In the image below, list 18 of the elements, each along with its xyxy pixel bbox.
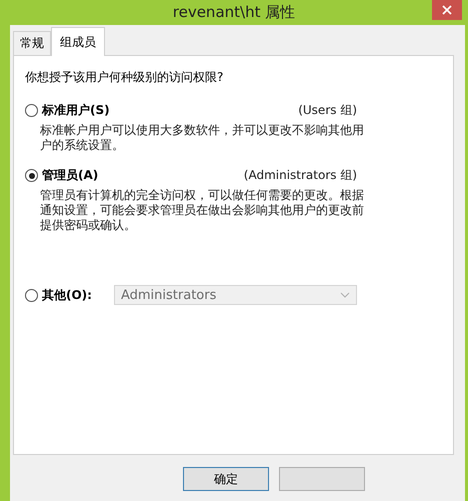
radio-button[interactable] [25,288,38,302]
option-description: 标准帐户用户可以使用大多数软件，并可以更改不影响其他用户的系统设置。 [40,123,365,153]
close-button[interactable] [432,0,462,20]
close-icon [442,5,452,15]
option-description: 管理员有计算机的完全访问权，可以做任何需要的更改。根据通知设置，可能会要求管理员在做出会影响其他用户的更改前提供密码或确认。 [40,188,365,233]
ok-button[interactable]: 确定 [183,467,269,491]
option-label[interactable]: 其他(O): [42,286,92,304]
tab[interactable]: 组成员 [51,27,105,56]
question-text: 你想授予该用户何种级别的访问权限? [25,69,224,86]
window-title: revenant\ht 属性 [172,3,296,22]
option-label[interactable]: 管理员(A) [42,167,98,184]
group-name: (Users 组) [298,102,357,119]
radio-button[interactable] [25,104,38,117]
chevron-down-icon [340,292,350,298]
radio-button[interactable] [25,169,38,182]
tab[interactable]: 常规 [13,31,51,55]
group-name: (Administrators 组) [244,167,357,184]
option-label[interactable]: 标准用户(S) [42,102,110,119]
